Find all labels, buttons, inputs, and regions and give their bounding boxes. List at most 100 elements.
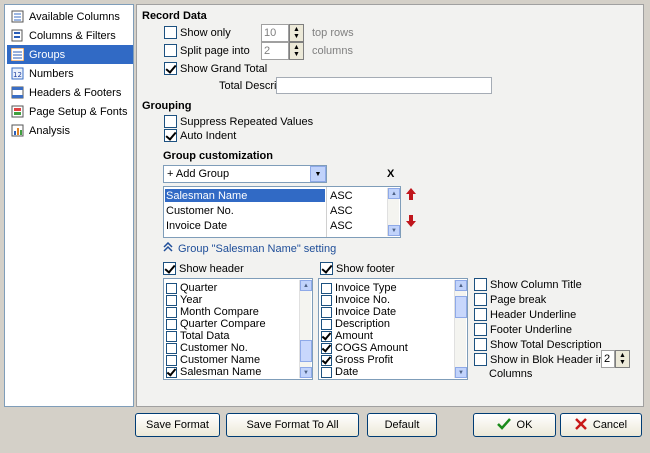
checkbox[interactable] xyxy=(321,318,332,330)
suppress-repeated-checkbox[interactable] xyxy=(164,115,177,128)
group-name[interactable]: Invoice Date xyxy=(166,220,227,232)
show-only-spinner[interactable]: 10 ▲ ▼ xyxy=(261,24,304,42)
footer-underline-checkbox[interactable] xyxy=(474,323,487,336)
list-item[interactable]: Total Data xyxy=(166,330,230,342)
list-item[interactable]: Customer No. xyxy=(166,342,248,354)
checkbox[interactable] xyxy=(321,342,332,354)
checkbox[interactable] xyxy=(321,282,332,294)
show-total-description-checkbox[interactable] xyxy=(474,338,487,351)
cancel-button[interactable]: Cancel xyxy=(560,413,642,437)
sidebar-item-columns-filters[interactable]: Columns & Filters xyxy=(7,26,133,45)
checkbox[interactable] xyxy=(166,330,177,342)
show-column-title-checkbox[interactable] xyxy=(474,278,487,291)
group-list-scrollbar[interactable]: ▲ ▼ xyxy=(387,188,400,236)
list-item[interactable]: COGS Amount xyxy=(321,342,408,354)
check-icon xyxy=(496,417,511,433)
show-header-checkbox[interactable] xyxy=(163,262,176,275)
list-item[interactable]: Amount xyxy=(321,330,373,342)
show-footer-label: Show footer xyxy=(336,262,395,275)
chevron-down-icon[interactable]: ▼ xyxy=(310,166,326,182)
double-chevron-up-icon xyxy=(163,241,173,255)
remove-group-button[interactable]: X xyxy=(387,168,394,180)
scroll-down-icon[interactable]: ▼ xyxy=(455,367,467,378)
move-up-icon[interactable] xyxy=(405,187,417,204)
checkbox[interactable] xyxy=(166,354,177,366)
scroll-thumb[interactable] xyxy=(300,340,312,362)
checkbox[interactable] xyxy=(166,342,177,354)
list-item[interactable]: Quarter Compare xyxy=(166,318,266,330)
checkbox[interactable] xyxy=(321,330,332,342)
list-item[interactable]: Quarter xyxy=(166,282,217,294)
total-description-field[interactable] xyxy=(276,77,492,94)
group-order[interactable]: ASC xyxy=(330,220,353,232)
list-item[interactable]: Salesman Name xyxy=(166,366,261,378)
list-item[interactable]: Description xyxy=(321,318,390,330)
scroll-down-icon[interactable]: ▼ xyxy=(300,367,312,378)
show-only-value[interactable]: 10 xyxy=(261,24,289,42)
blok-header-spinner[interactable]: 2 ▲ ▼ xyxy=(601,350,630,368)
header-underline-checkbox[interactable] xyxy=(474,308,487,321)
split-page-value[interactable]: 2 xyxy=(261,42,289,60)
add-group-dropdown[interactable]: + Add Group ▼ xyxy=(163,165,327,183)
header-list-scrollbar[interactable]: ▲ ▼ xyxy=(299,280,312,378)
sidebar-item-groups[interactable]: Groups xyxy=(7,45,133,64)
spinner-buttons[interactable]: ▲ ▼ xyxy=(289,24,304,42)
checkbox[interactable] xyxy=(166,318,177,330)
checkbox[interactable] xyxy=(166,366,177,378)
scroll-up-icon[interactable]: ▲ xyxy=(300,280,312,291)
sidebar-item-analysis[interactable]: Analysis xyxy=(7,121,133,140)
show-only-checkbox[interactable] xyxy=(164,26,177,39)
sidebar-item-headers-footers[interactable]: Headers & Footers xyxy=(7,83,133,102)
list-item[interactable]: Invoice Type xyxy=(321,282,397,294)
checkbox[interactable] xyxy=(321,294,332,306)
show-grand-total-checkbox[interactable] xyxy=(164,62,177,75)
group-name[interactable]: Customer No. xyxy=(166,205,234,217)
scroll-down-icon[interactable]: ▼ xyxy=(388,225,400,236)
group-order[interactable]: ASC xyxy=(330,205,353,217)
headers-icon xyxy=(10,86,24,100)
list-item[interactable]: Month Compare xyxy=(166,306,259,318)
default-button[interactable]: Default xyxy=(367,413,437,437)
sidebar-item-available-columns[interactable]: Available Columns xyxy=(7,7,133,26)
ok-button[interactable]: OK xyxy=(473,413,556,437)
checkbox[interactable] xyxy=(166,282,177,294)
list-item[interactable]: Year xyxy=(166,294,202,306)
blok-value[interactable]: 2 xyxy=(601,350,615,368)
scroll-up-icon[interactable]: ▲ xyxy=(388,188,400,199)
group-name[interactable]: Salesman Name xyxy=(166,190,247,202)
footer-list-scrollbar[interactable]: ▲ ▼ xyxy=(454,280,467,378)
checkbox[interactable] xyxy=(166,294,177,306)
group-setting-link[interactable]: Group "Salesman Name" setting xyxy=(178,243,336,255)
page-break-checkbox[interactable] xyxy=(474,293,487,306)
show-footer-checkbox[interactable] xyxy=(320,262,333,275)
checkbox[interactable] xyxy=(321,306,332,318)
split-page-checkbox[interactable] xyxy=(164,44,177,57)
spinner-buttons[interactable]: ▲ ▼ xyxy=(615,350,630,368)
group-list[interactable]: Salesman Name ASC Customer No. ASC Invoi… xyxy=(163,186,401,238)
top-rows-label: top rows xyxy=(312,27,354,39)
group-setting-toggle[interactable]: Group "Salesman Name" setting xyxy=(163,241,336,255)
list-item[interactable]: Date xyxy=(321,366,358,378)
group-order[interactable]: ASC xyxy=(330,190,353,202)
checkbox[interactable] xyxy=(321,354,332,366)
sidebar-item-page-setup-fonts[interactable]: Page Setup & Fonts xyxy=(7,102,133,121)
save-format-button[interactable]: Save Format xyxy=(135,413,220,437)
scroll-thumb[interactable] xyxy=(455,296,467,318)
show-in-blok-header-checkbox[interactable] xyxy=(474,353,487,366)
list-item[interactable]: Invoice Date xyxy=(321,306,396,318)
move-down-icon[interactable] xyxy=(405,214,417,231)
list-item[interactable]: Customer Name xyxy=(166,354,260,366)
save-format-to-all-button[interactable]: Save Format To All xyxy=(226,413,359,437)
scroll-up-icon[interactable]: ▲ xyxy=(455,280,467,291)
list-item[interactable]: Gross Profit xyxy=(321,354,393,366)
blok-columns-label: Columns xyxy=(489,368,533,380)
header-items-list[interactable]: Quarter Year Month Compare Quarter Compa… xyxy=(163,278,313,380)
sidebar-item-numbers[interactable]: 12 Numbers xyxy=(7,64,133,83)
auto-indent-checkbox[interactable] xyxy=(164,129,177,142)
list-item[interactable]: Invoice No. xyxy=(321,294,390,306)
checkbox[interactable] xyxy=(166,306,177,318)
split-page-spinner[interactable]: 2 ▲ ▼ xyxy=(261,42,304,60)
footer-items-list[interactable]: Invoice Type Invoice No. Invoice Date De… xyxy=(318,278,468,380)
spinner-buttons[interactable]: ▲ ▼ xyxy=(289,42,304,60)
checkbox[interactable] xyxy=(321,366,332,378)
